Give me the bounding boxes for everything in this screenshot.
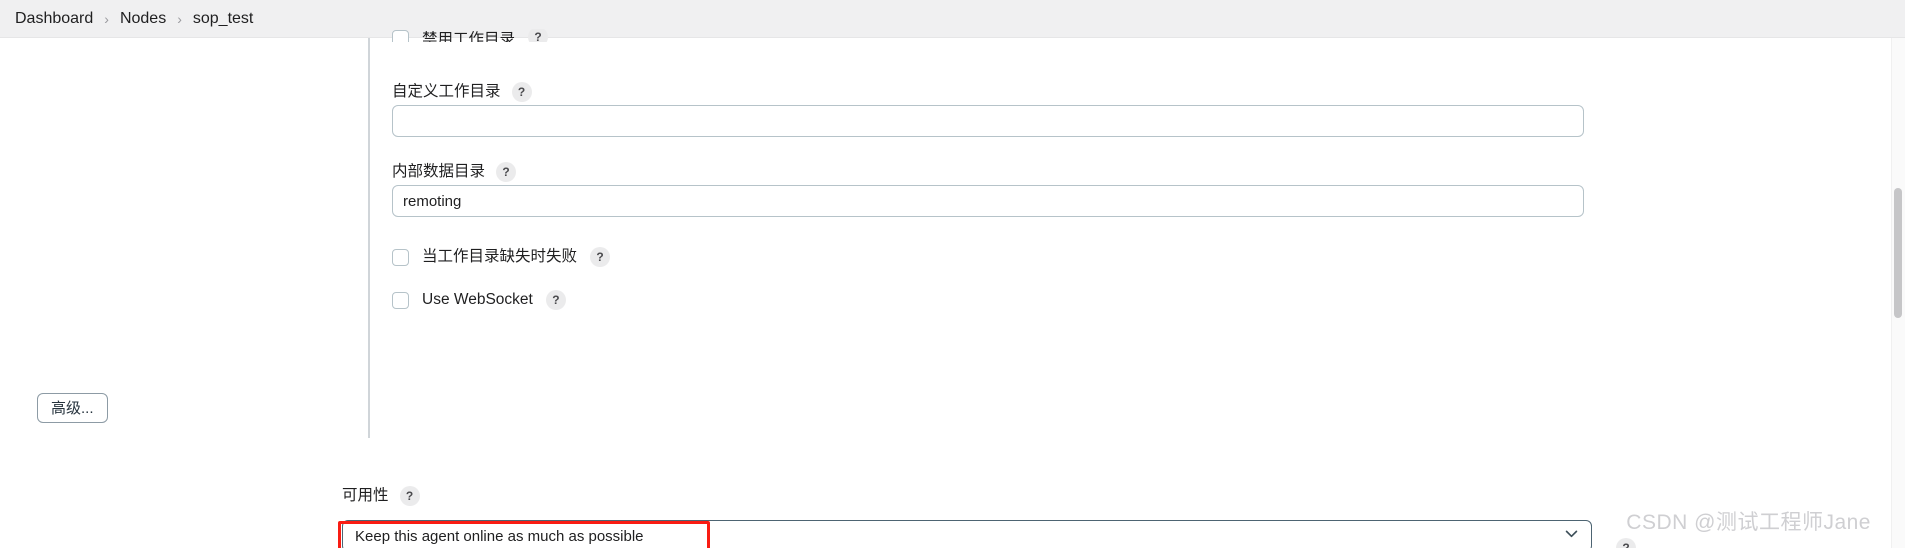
watermark: CSDN @测试工程师Jane [1626,511,1871,534]
node-config-screen: Dashboard › Nodes › sop_test 禁用工作目录 ? 自定… [0,0,1905,548]
help-icon[interactable]: ? [399,486,420,506]
fail-if-workdir-missing-label[interactable]: 当工作目录缺失时失败 [422,249,577,265]
availability-label: 可用性 [342,487,389,505]
availability-select-wrap: Keep this agent online as much as possib… [342,520,1592,548]
custom-workdir-input-wrap [392,105,1584,137]
custom-workdir-field: 自定义工作目录 ? [392,82,532,102]
breadcrumb-item-current[interactable]: sop_test [184,10,262,27]
launch-method-section: 禁用工作目录 ? 自定义工作目录 ? 内部数据目录 ? remoting 当工作… [368,29,1658,438]
internal-data-dir-input-wrap [392,185,1584,217]
internal-data-dir-label: 内部数据目录 [392,163,486,181]
breadcrumb-separator-icon: › [177,10,182,27]
breadcrumb: Dashboard › Nodes › sop_test [0,0,1905,38]
fail-if-workdir-missing-row[interactable]: 当工作目录缺失时失败 ? [392,247,611,267]
use-websocket-label[interactable]: Use WebSocket [422,292,533,308]
availability-select-value: Keep this agent online as much as possib… [355,527,644,545]
vertical-scrollbar-thumb[interactable] [1894,188,1902,318]
help-icon[interactable]: ? [496,162,517,182]
advanced-button[interactable]: 高级... [37,393,108,423]
fail-if-workdir-missing-checkbox[interactable] [392,248,409,266]
disable-workdir-row[interactable]: 禁用工作目录 ? [392,29,549,42]
help-icon[interactable]: ? [590,247,611,267]
internal-data-dir-field: 内部数据目录 ? [392,162,517,182]
disable-workdir-checkbox[interactable] [392,30,409,42]
breadcrumb-separator-icon: › [104,10,109,27]
node-config-form: 禁用工作目录 ? 自定义工作目录 ? 内部数据目录 ? remoting 当工作… [0,29,1905,548]
use-websocket-checkbox[interactable] [392,291,409,309]
breadcrumb-item-dashboard[interactable]: Dashboard [6,10,102,27]
help-icon[interactable]: ? [511,82,532,102]
internal-data-dir-label-row: 内部数据目录 ? [392,162,517,182]
internal-data-dir-input[interactable] [392,185,1584,217]
help-icon[interactable]: ? [545,290,566,310]
custom-workdir-label-row: 自定义工作目录 ? [392,82,532,102]
help-icon[interactable]: ? [528,29,549,42]
custom-workdir-input[interactable] [392,105,1584,137]
availability-field: 可用性 ? Keep this agent online as much as … [342,486,1636,548]
availability-select[interactable]: Keep this agent online as much as possib… [342,520,1592,548]
custom-workdir-label: 自定义工作目录 [392,83,501,101]
vertical-scrollbar-track[interactable] [1891,38,1905,548]
availability-label-row: 可用性 ? [342,486,1592,506]
use-websocket-row[interactable]: Use WebSocket ? [392,290,566,310]
breadcrumb-item-nodes[interactable]: Nodes [111,10,175,27]
disable-workdir-label[interactable]: 禁用工作目录 [422,31,515,42]
help-icon[interactable]: ? [1616,538,1636,548]
